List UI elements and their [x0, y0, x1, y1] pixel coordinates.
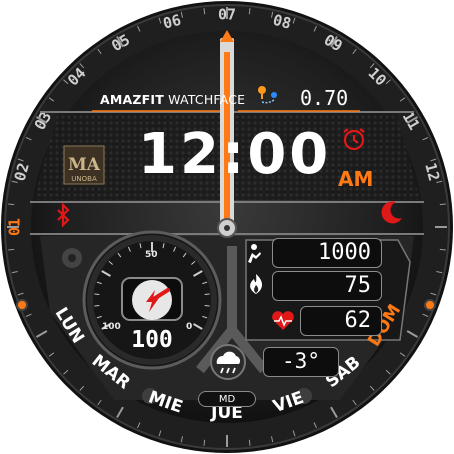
ampm-indicator: AM — [338, 167, 374, 191]
digital-time: 12:00 — [138, 122, 332, 187]
gauge-label-right: 0 — [186, 322, 193, 332]
logo-text: UNOBA — [71, 175, 97, 183]
bezel-tick — [8, 203, 15, 206]
bezel-number: 01 — [6, 218, 24, 236]
gauge-value: 100 — [131, 327, 173, 353]
heart-rate-value: 62 — [300, 306, 382, 336]
bezel-tick — [439, 203, 446, 206]
gauge-tick — [204, 305, 210, 307]
left-indicator-dot — [16, 299, 28, 311]
gauge-tick — [94, 305, 100, 307]
distance-value: 0.70 — [300, 86, 349, 110]
cloud-rain-icon — [210, 344, 246, 380]
gauge-tick — [204, 293, 210, 295]
bezel-tick — [8, 248, 15, 251]
right-indicator-dot — [424, 299, 436, 311]
bezel-tick — [248, 439, 251, 446]
gauge-tick — [94, 293, 100, 295]
weather-label: MD — [198, 391, 256, 407]
svg-text:MA: MA — [68, 155, 101, 175]
gauge-label-top: 50 — [145, 250, 158, 260]
temperature-value: -3° — [263, 347, 339, 377]
steps-value: 1000 — [272, 238, 382, 268]
bezel-number: 07 — [218, 6, 236, 24]
bezel-tick — [203, 439, 206, 446]
brand-title: AMAZFIT WATCHFACE — [100, 92, 246, 107]
bezel-tick — [439, 248, 446, 251]
bezel-tick — [203, 8, 206, 15]
watch-face: 010203040506 07 0809101112 MA UNOBA LUNM… — [1, 1, 453, 453]
calories-value: 75 — [272, 271, 382, 301]
gauge-label-left: 100 — [102, 322, 121, 332]
bezel-tick — [248, 8, 251, 15]
